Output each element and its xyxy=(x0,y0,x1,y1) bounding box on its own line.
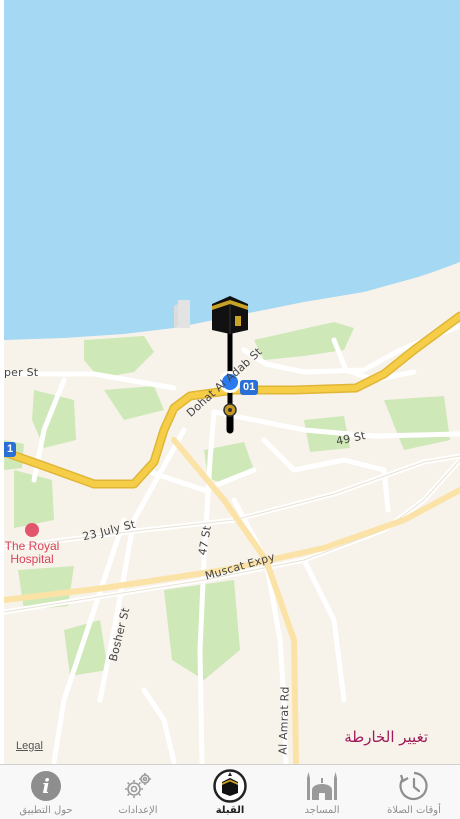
port-block xyxy=(178,300,190,328)
legal-link[interactable]: Legal xyxy=(16,740,43,752)
route-shield-1: 1 xyxy=(4,442,17,457)
tab-qibla[interactable]: القبلة xyxy=(184,765,276,819)
hospital-label: The Royal Hospital xyxy=(4,540,60,566)
hospital-pin xyxy=(25,523,39,537)
mosque-icon xyxy=(305,769,339,803)
kaaba-icon xyxy=(213,769,247,803)
kaaba-icon xyxy=(212,296,248,334)
tab-qibla-label: القبلة xyxy=(215,805,245,816)
sea-area xyxy=(4,0,460,340)
info-icon: i xyxy=(29,769,63,803)
change-map-button[interactable]: تغيير الخارطة xyxy=(344,728,428,746)
tab-about-label: حول التطبيق xyxy=(19,805,73,816)
svg-text:i: i xyxy=(42,774,50,798)
tab-bar: i حول التطبيق الإعدادات القبلة المساجد أ… xyxy=(0,764,460,819)
tab-settings-label: الإعدادات xyxy=(118,805,158,816)
tab-settings[interactable]: الإعدادات xyxy=(92,765,184,819)
tab-mosques[interactable]: المساجد xyxy=(276,765,368,819)
clock-icon xyxy=(397,769,431,803)
route-shield-01: 01 xyxy=(240,380,259,395)
tab-about[interactable]: i حول التطبيق xyxy=(0,765,92,819)
tab-mosques-label: المساجد xyxy=(304,805,340,816)
tab-prayer-times[interactable]: أوقات الصلاة xyxy=(368,765,460,819)
street-label: Al Amrat Rd xyxy=(276,686,292,755)
street-label: per St xyxy=(4,366,39,379)
tab-prayer-times-label: أوقات الصلاة xyxy=(387,805,441,816)
gear-icon xyxy=(121,769,155,803)
hospital-label-line2: Hospital xyxy=(10,552,54,566)
map-view[interactable]: 01 1 per St Dohat Al Adab St 49 St 23 Ju… xyxy=(4,0,460,764)
